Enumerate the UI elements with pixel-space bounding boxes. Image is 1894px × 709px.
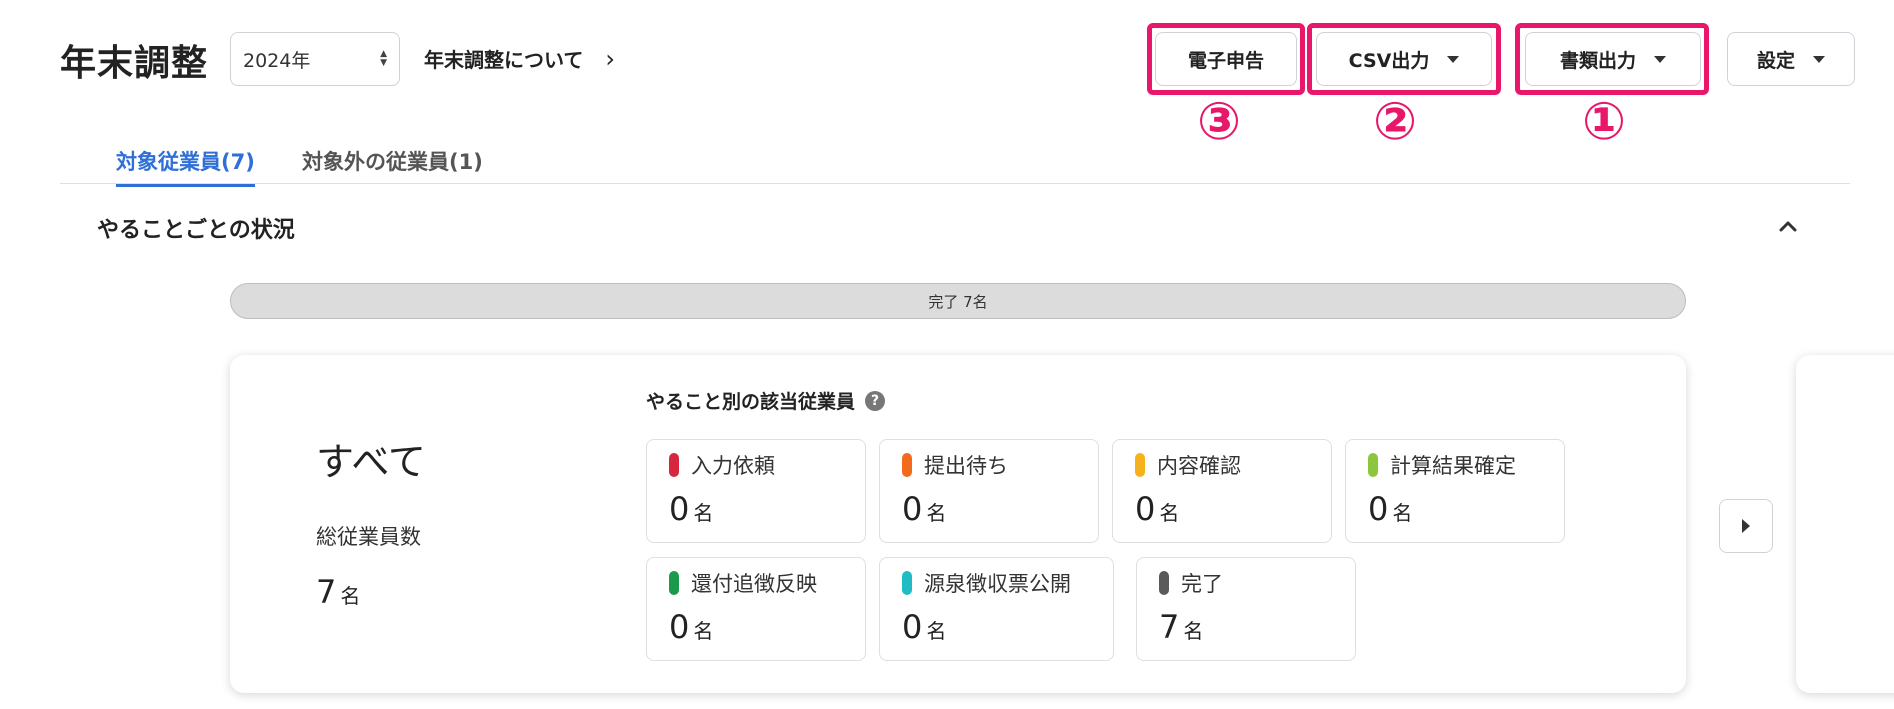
status-color-dot [902, 453, 912, 477]
carousel-next-button[interactable] [1719, 499, 1773, 553]
status-unit: 名 [693, 619, 714, 643]
status-tile-calculation-confirmed[interactable]: 計算結果確定 0名 [1345, 439, 1565, 543]
status-color-dot [1159, 571, 1169, 595]
play-right-icon [1742, 519, 1750, 533]
status-tile-completed[interactable]: 完了 7名 [1136, 557, 1356, 661]
employee-tabs: 対象従業員(7) 対象外の従業員(1) [60, 140, 1850, 187]
total-employees-value: 7名 [316, 573, 360, 611]
status-count: 0名 [669, 490, 713, 528]
status-tile-awaiting-submission[interactable]: 提出待ち 0名 [879, 439, 1099, 543]
status-count-value: 0 [669, 490, 690, 528]
chevron-right-icon: › [605, 44, 616, 73]
all-label: すべて [316, 440, 426, 484]
caret-down-icon [1813, 55, 1825, 63]
status-label: 計算結果確定 [1368, 450, 1516, 480]
status-count-value: 7 [1159, 608, 1180, 646]
tab-target-employees[interactable]: 対象従業員(7) [116, 146, 255, 187]
status-count: 0名 [669, 608, 713, 646]
year-select-value: 2024年 [243, 49, 311, 72]
section-title: やることごとの状況 [97, 218, 295, 243]
about-year-end-link[interactable]: 年末調整について › [424, 44, 615, 73]
status-unit: 名 [1159, 501, 1180, 525]
status-label-text: 入力依頼 [691, 454, 775, 478]
status-label: 内容確認 [1135, 450, 1241, 480]
status-label-text: 内容確認 [1157, 454, 1241, 478]
status-count-value: 0 [669, 608, 690, 646]
status-unit: 名 [693, 501, 714, 525]
settings-button-label: 設定 [1756, 49, 1795, 72]
settings-button[interactable]: 設定 [1727, 32, 1855, 86]
chevron-up-icon[interactable] [1776, 214, 1800, 238]
status-count: 7名 [1159, 608, 1203, 646]
status-unit: 名 [926, 501, 947, 525]
tab-non-target-employees[interactable]: 対象外の従業員(1) [302, 146, 483, 184]
status-label-text: 計算結果確定 [1390, 454, 1516, 478]
status-count: 0名 [1135, 490, 1179, 528]
total-employees-label: 総従業員数 [316, 525, 421, 549]
year-select[interactable]: 2024年 ▲ ▼ [230, 32, 400, 86]
status-unit: 名 [1183, 619, 1204, 643]
highlight-box-csv-export [1307, 23, 1501, 95]
status-summary-card: すべて 総従業員数 7名 やること別の該当従業員 ? 入力依頼 0名 提出待ち … [230, 355, 1686, 693]
status-count: 0名 [902, 490, 946, 528]
status-color-dot [669, 571, 679, 595]
status-label-text: 完了 [1181, 572, 1223, 596]
status-tile-refund-reflection[interactable]: 還付追徴反映 0名 [646, 557, 866, 661]
status-label-text: 提出待ち [924, 454, 1008, 478]
total-unit: 名 [340, 584, 361, 608]
status-count-value: 0 [1135, 490, 1156, 528]
highlight-box-document-export [1515, 23, 1709, 95]
status-unit: 名 [1392, 501, 1413, 525]
page-title: 年末調整 [60, 43, 209, 84]
progress-label: 完了 7名 [928, 292, 988, 311]
status-count: 0名 [1368, 490, 1412, 528]
status-label: 還付追徴反映 [669, 568, 817, 598]
total-count: 7 [316, 573, 337, 611]
about-link-label: 年末調整について [424, 48, 584, 72]
status-count-value: 0 [902, 608, 923, 646]
status-tile-withholding-published[interactable]: 源泉徴収票公開 0名 [879, 557, 1114, 661]
select-arrows-icon: ▲ ▼ [380, 49, 387, 68]
status-unit: 名 [926, 619, 947, 643]
tasks-heading-label: やること別の該当従業員 [646, 391, 856, 413]
tasks-heading: やること別の該当従業員 ? [646, 387, 886, 414]
status-count-value: 0 [902, 490, 923, 528]
status-tile-content-review[interactable]: 内容確認 0名 [1112, 439, 1332, 543]
next-summary-card-partial [1796, 355, 1894, 693]
completion-progress-bar: 完了 7名 [230, 283, 1686, 319]
status-label-text: 還付追徴反映 [691, 572, 817, 596]
help-icon[interactable]: ? [865, 390, 886, 411]
status-label: 提出待ち [902, 450, 1008, 480]
status-color-dot [1368, 453, 1378, 477]
status-label-text: 源泉徴収票公開 [924, 572, 1071, 596]
status-label: 完了 [1159, 568, 1223, 598]
status-color-dot [902, 571, 912, 595]
status-count-value: 0 [1368, 490, 1389, 528]
status-label: 入力依頼 [669, 450, 775, 480]
status-label: 源泉徴収票公開 [902, 568, 1071, 598]
highlight-box-e-filing [1147, 23, 1305, 95]
status-count: 0名 [902, 608, 946, 646]
status-color-dot [669, 453, 679, 477]
status-color-dot [1135, 453, 1145, 477]
status-tile-input-request[interactable]: 入力依頼 0名 [646, 439, 866, 543]
